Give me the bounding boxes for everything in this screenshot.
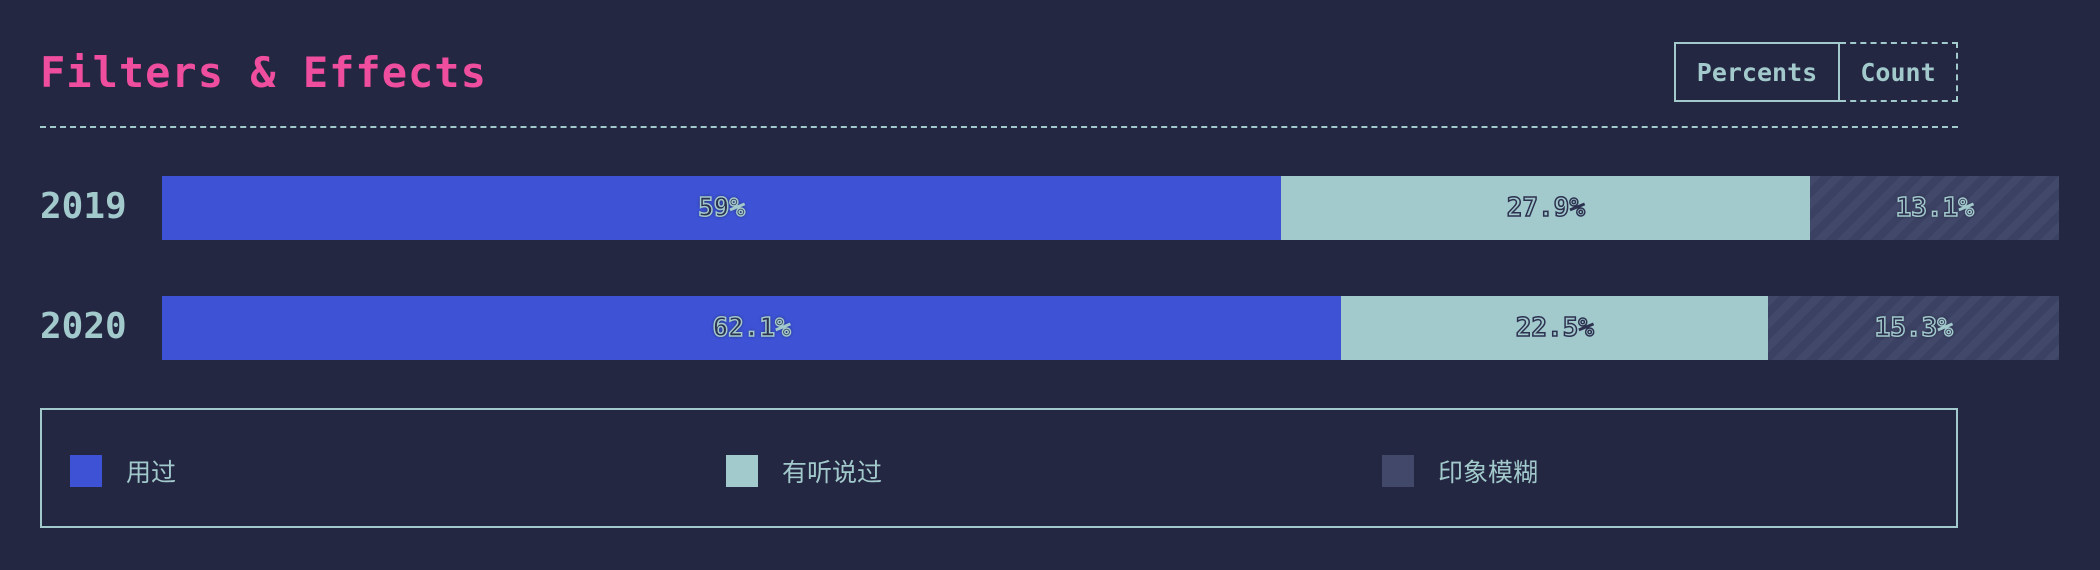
bar-segment-2019-used[interactable]: 59%	[162, 176, 1282, 240]
data-label-2020-heard: 22.5%	[1515, 312, 1595, 344]
view-toggle: Percents Count	[1674, 42, 1958, 104]
legend-item-used[interactable]: 用过	[70, 453, 176, 489]
chart-legend: 用过 有听说过 印象模糊	[40, 408, 1958, 528]
legend-label-vague: 印象模糊	[1438, 458, 1539, 487]
data-label-2019-vague: 13.1%	[1895, 192, 1975, 224]
count-toggle-button[interactable]: Count	[1840, 42, 1958, 102]
legend-label-used: 用过	[126, 458, 177, 487]
legend-item-heard[interactable]: 有听说过	[726, 453, 882, 489]
data-label-2020-used: 62.1%	[712, 312, 792, 344]
data-label-2019-used: 59%	[697, 192, 746, 224]
header-divider	[40, 126, 1958, 128]
legend-item-vague[interactable]: 印象模糊	[1382, 453, 1538, 489]
legend-swatch-vague	[1382, 455, 1414, 487]
legend-swatch-used	[70, 455, 102, 487]
bar-segment-2019-heard[interactable]: 27.9%	[1281, 176, 1811, 240]
bar-segment-2020-vague[interactable]: 15.3%	[1768, 296, 2059, 360]
chart-title: Filters & Effects	[40, 48, 487, 97]
legend-label-heard: 有听说过	[782, 458, 883, 487]
legend-swatch-heard	[726, 455, 758, 487]
bar-row-2019: 59% 27.9% 13.1%	[162, 176, 2059, 240]
bar-segment-2020-used[interactable]: 62.1%	[162, 296, 1342, 360]
data-label-2019-heard: 27.9%	[1506, 192, 1586, 224]
data-label-2020-vague: 15.3%	[1874, 312, 1954, 344]
row-label-2019: 2019	[40, 186, 127, 227]
bar-row-2020: 62.1% 22.5% 15.3%	[162, 296, 2059, 360]
percents-toggle-button[interactable]: Percents	[1674, 42, 1840, 102]
bar-segment-2019-vague[interactable]: 13.1%	[1810, 176, 2059, 240]
row-label-2020: 2020	[40, 306, 127, 347]
chart-header: Filters & Effects Percents Count	[40, 38, 1958, 128]
bar-segment-2020-heard[interactable]: 22.5%	[1341, 296, 1769, 360]
